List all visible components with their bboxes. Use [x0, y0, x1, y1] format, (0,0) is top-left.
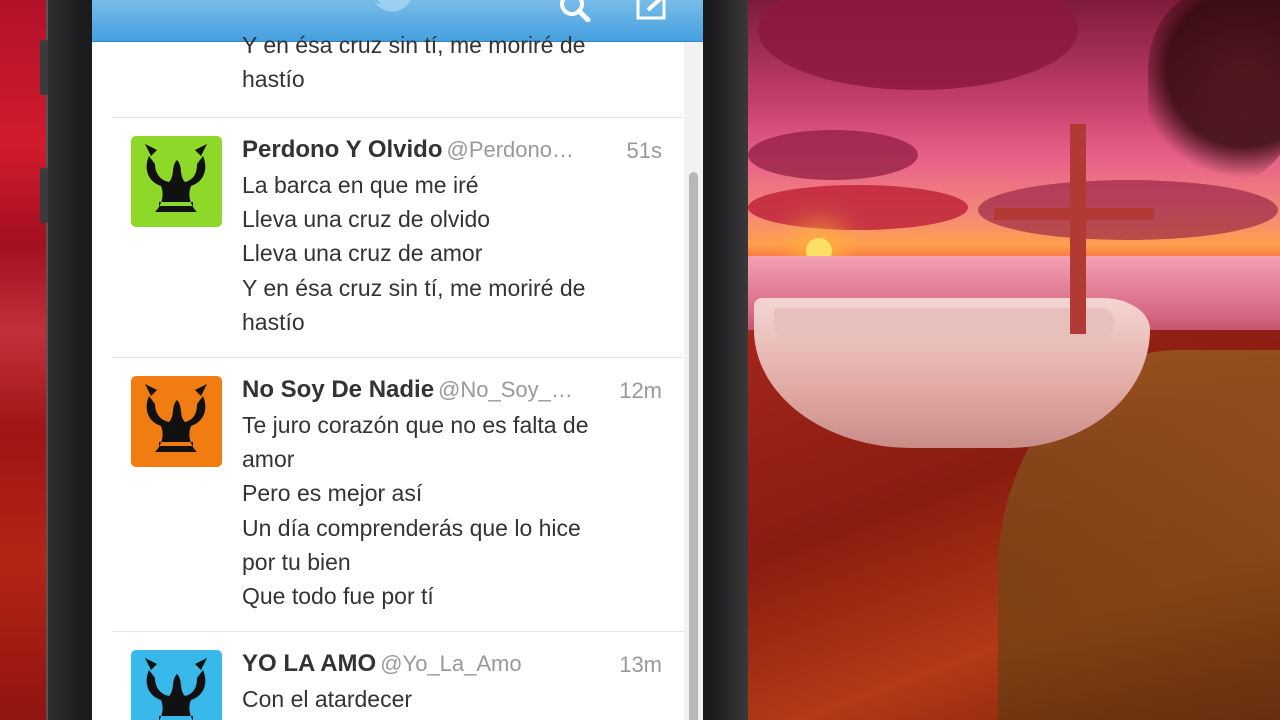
- cross-beam: [994, 208, 1154, 220]
- tweet-line: Que todo fue por tí: [242, 583, 434, 610]
- cloud: [748, 185, 968, 230]
- cloud: [748, 130, 918, 180]
- volume-down-button: [40, 168, 48, 223]
- tweet-item[interactable]: YO LA AMO @Yo_La_Amo 13m Con el atardecer: [112, 632, 684, 720]
- boat-interior: [774, 308, 1114, 348]
- tweet-line: Te juro corazón que no es falta de: [242, 412, 589, 438]
- background-sunset-photo: [748, 0, 1280, 720]
- search-icon[interactable]: [558, 0, 594, 22]
- tweet-author[interactable]: Perdono Y Olvido @Perdono…: [242, 136, 574, 164]
- tweet-line: Pero es mejor así: [242, 480, 423, 507]
- tweet-line: hastío: [242, 308, 305, 335]
- tweet-text: Te juro corazón que no es falta de amor …: [242, 408, 682, 613]
- tweet-text: Y en ésa cruz sin tí, me moriré de hastí…: [242, 28, 585, 96]
- twitter-bird-icon: [374, 0, 411, 12]
- tweet-text: La barca en que me iré Lleva una cruz de…: [242, 168, 682, 339]
- author-handle: @Yo_La_Amo: [380, 651, 522, 676]
- scrollbar-thumb[interactable]: [689, 172, 698, 720]
- tweet-partial[interactable]: Y en ésa cruz sin tí, me moriré de hastí…: [112, 32, 684, 118]
- tweet-timestamp: 13m: [619, 652, 662, 677]
- author-handle: @Perdono…: [446, 137, 574, 162]
- avatar[interactable]: [131, 650, 222, 720]
- cross-post: [1070, 124, 1086, 334]
- phone-screen: Y en ésa cruz sin tí, me moriré de hastí…: [92, 0, 703, 720]
- avatar[interactable]: [131, 136, 222, 227]
- tweet-item[interactable]: Perdono Y Olvido @Perdono… 51s La barca e…: [112, 118, 684, 358]
- author-name: Perdono Y Olvido: [242, 136, 443, 163]
- author-handle: @No_Soy_…: [438, 377, 573, 402]
- volume-up-button: [40, 40, 48, 95]
- author-name: YO LA AMO: [242, 650, 377, 677]
- tweet-author[interactable]: No Soy De Nadie @No_Soy_…: [242, 376, 573, 404]
- tweet-line: Lleva una cruz de olvido: [242, 206, 491, 233]
- tweet-line: hastío: [242, 66, 305, 93]
- tweet-line: La barca en que me iré: [242, 172, 479, 198]
- tweet-line: Un día comprenderás que lo hice: [242, 514, 581, 541]
- avatar-logo-icon: [131, 136, 222, 227]
- avatar-logo-icon: [131, 650, 222, 720]
- tweet-line: Con el atardecer: [242, 686, 413, 712]
- tweet-timestamp: 51s: [626, 138, 662, 163]
- avatar-logo-icon: [131, 376, 222, 467]
- tweet-author[interactable]: YO LA AMO @Yo_La_Amo: [242, 650, 522, 678]
- compose-icon[interactable]: [636, 0, 672, 22]
- tweet-line: amor: [242, 446, 295, 473]
- tweet-text: Con el atardecer: [242, 682, 682, 716]
- cloud: [758, 0, 1078, 90]
- tweet-line: Y en ésa cruz sin tí, me moriré de: [242, 32, 586, 58]
- tweet-timeline[interactable]: Y en ésa cruz sin tí, me moriré de hastí…: [92, 32, 684, 720]
- tweet-line: por tu bien: [242, 548, 351, 575]
- tweet-line: Y en ésa cruz sin tí, me moriré de: [242, 274, 586, 301]
- tweet-timestamp: 12m: [619, 378, 662, 403]
- tree: [1148, 0, 1280, 190]
- avatar[interactable]: [131, 376, 222, 467]
- author-name: No Soy De Nadie: [242, 376, 435, 403]
- tweet-item[interactable]: No Soy De Nadie @No_Soy_… 12m Te juro cor…: [112, 358, 684, 632]
- tweet-line: Lleva una cruz de amor: [242, 240, 483, 267]
